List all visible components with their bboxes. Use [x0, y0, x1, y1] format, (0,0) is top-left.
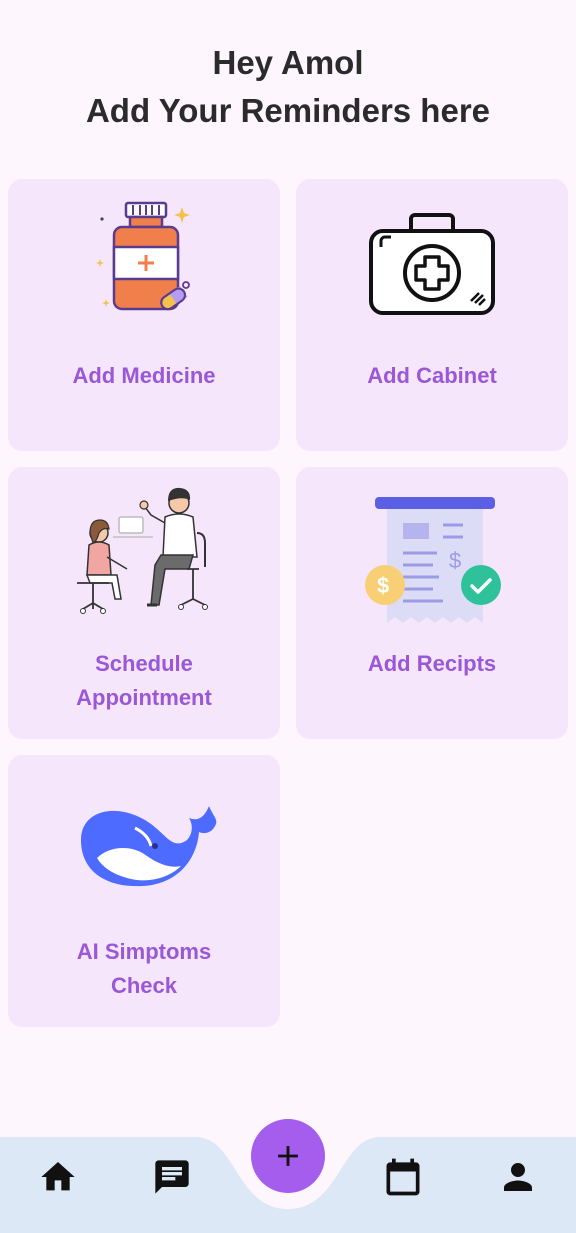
schedule-label-line1: Schedule: [95, 651, 193, 676]
bottom-navigation-bar: [0, 1119, 576, 1233]
medicine-bottle-icon: [8, 179, 280, 349]
add-receipts-card[interactable]: $ $ Add Recipts: [296, 467, 568, 739]
receipt-icon: $ $: [296, 473, 568, 643]
calendar-icon[interactable]: [381, 1155, 425, 1199]
page-subtitle: Add Your Reminders here: [85, 92, 491, 129]
add-medicine-card[interactable]: Add Medicine: [8, 179, 280, 451]
home-icon[interactable]: [36, 1155, 80, 1199]
page-header: Hey Amol Add Your Reminders here: [0, 40, 576, 136]
ai-symptoms-label-line1: AI Simptoms: [76, 939, 212, 964]
add-icon[interactable]: [251, 1119, 325, 1193]
schedule-appointment-card[interactable]: Schedule Appointment: [8, 467, 280, 739]
whale-logo-icon: [8, 763, 280, 933]
greeting-title: Hey Amol: [212, 44, 364, 81]
ai-symptoms-label-line2: Check: [110, 973, 178, 998]
add-receipts-label: Add Recipts: [367, 651, 497, 676]
svg-text:$: $: [449, 548, 461, 573]
doctor-consultation-illustration: [8, 473, 280, 643]
first-aid-kit-icon: [296, 179, 568, 349]
add-medicine-label: Add Medicine: [72, 363, 216, 388]
add-cabinet-label: Add Cabinet: [367, 363, 497, 388]
schedule-label-line2: Appointment: [76, 685, 212, 710]
add-cabinet-card[interactable]: Add Cabinet: [296, 179, 568, 451]
svg-text:$: $: [377, 573, 389, 598]
person-icon[interactable]: [496, 1155, 540, 1199]
ai-symptoms-check-card[interactable]: AI Simptoms Check: [8, 755, 280, 1027]
chat-icon[interactable]: [150, 1155, 194, 1199]
